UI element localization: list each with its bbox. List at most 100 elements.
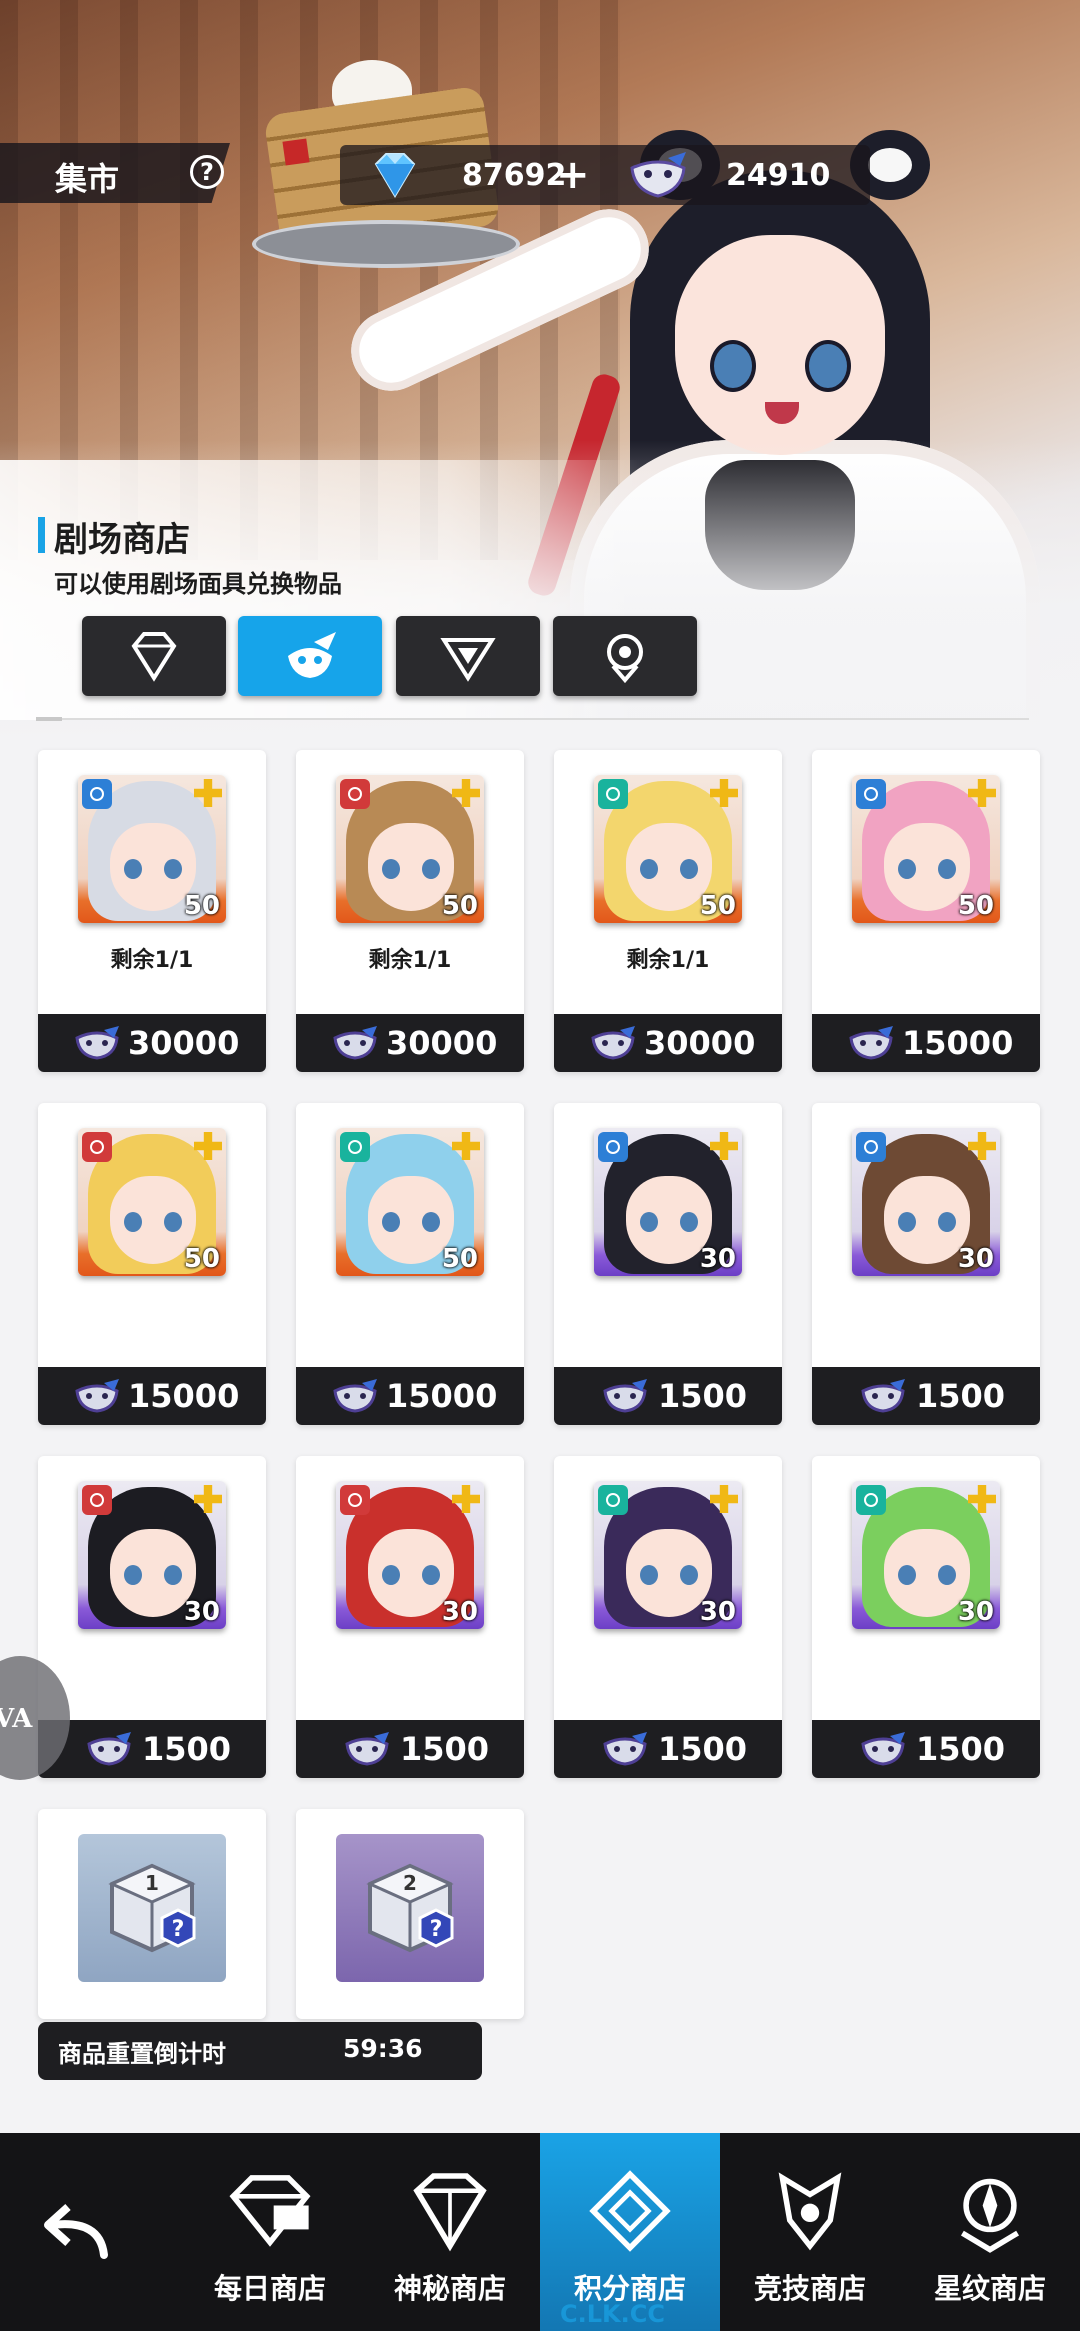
mystery-shop-icon	[413, 2173, 487, 2252]
item-price: 1500	[142, 1730, 232, 1768]
shop-item-card[interactable]: 30 1500	[812, 1456, 1040, 1778]
item-price: 15000	[386, 1377, 498, 1415]
price-bar[interactable]: 15000	[296, 1367, 524, 1425]
remaining-stock: 剩余1/1	[368, 948, 452, 973]
shop-item-card[interactable]: 30 1500	[554, 1456, 782, 1778]
remaining-stock: 剩余1/1	[110, 948, 194, 973]
character-portrait: 50	[336, 775, 484, 923]
item-price: 1500	[916, 1730, 1006, 1768]
star-shop-icon	[960, 2178, 1020, 2253]
tab-orb[interactable]	[553, 616, 697, 696]
item-price: 1500	[916, 1377, 1006, 1415]
item-level: 50	[183, 1244, 220, 1274]
points-shop-icon	[589, 2170, 671, 2252]
nav-daily-shop[interactable]: 每日商店	[180, 2133, 360, 2331]
fire-element-icon	[340, 779, 370, 809]
gem-count: 87692	[462, 158, 567, 193]
shop-item-card[interactable]: 30 1500	[554, 1103, 782, 1425]
mystery-box-card[interactable]: 2?	[296, 1809, 524, 2019]
mystery-box-image: 2?	[336, 1834, 484, 1982]
item-level: 50	[441, 891, 478, 921]
price-bar[interactable]: 30000	[296, 1014, 524, 1072]
svg-text:?: ?	[172, 1917, 185, 1942]
nav-label: 每日商店	[213, 2272, 326, 2305]
shop-item-card[interactable]: 50 15000	[296, 1103, 524, 1425]
mystery-box-card[interactable]: 1?	[38, 1809, 266, 2019]
character-portrait: 30	[852, 1128, 1000, 1276]
theater-mask-icon	[74, 1379, 120, 1413]
item-price: 1500	[658, 1730, 748, 1768]
crate-icon: 2?	[366, 1863, 454, 1953]
theater-mask-icon	[602, 1379, 648, 1413]
crate-icon: 1?	[108, 1863, 196, 1953]
shop-item-card[interactable]: 30 1500	[296, 1456, 524, 1778]
nav-mystery-shop[interactable]: 神秘商店	[360, 2133, 540, 2331]
ice-element-icon	[856, 779, 886, 809]
item-level: 50	[183, 891, 220, 921]
theater-mask-icon	[602, 1732, 648, 1766]
nav-star-shop[interactable]: 星纹商店	[900, 2133, 1080, 2331]
price-bar[interactable]: 1500	[554, 1367, 782, 1425]
price-bar[interactable]: 1500	[812, 1367, 1040, 1425]
item-price: 15000	[902, 1024, 1014, 1062]
help-icon[interactable]: ?	[190, 155, 224, 189]
shop-item-card[interactable]: 50 剩余1/1 30000	[38, 750, 266, 1072]
shop-item-card[interactable]: 50 剩余1/1 30000	[554, 750, 782, 1072]
price-bar[interactable]: 15000	[812, 1014, 1040, 1072]
shop-item-card[interactable]: 30 1500	[38, 1456, 266, 1778]
item-level: 50	[957, 891, 994, 921]
orb-badge-icon	[607, 634, 643, 684]
character-portrait: 50	[594, 775, 742, 923]
bottom-nav: 每日商店 神秘商店 积分商店 竞技商店 星纹商店	[0, 2133, 1080, 2331]
character-portrait: 30	[594, 1128, 742, 1276]
tab-mask[interactable]	[238, 616, 382, 696]
diamond-badge-icon	[131, 632, 177, 682]
section-accent	[38, 517, 45, 553]
shop-item-card[interactable]: 50 剩余1/1 30000	[296, 750, 524, 1072]
theater-mask-icon	[332, 1379, 378, 1413]
price-bar[interactable]: 30000	[38, 1014, 266, 1072]
character-portrait: 50	[78, 1128, 226, 1276]
water-element-icon	[340, 1132, 370, 1162]
theater-mask-icon	[332, 1026, 378, 1060]
fire-element-icon	[82, 1132, 112, 1162]
tab-diamond[interactable]	[82, 616, 226, 696]
nav-label: 神秘商店	[393, 2272, 506, 2305]
shop-item-card[interactable]: 30 1500	[812, 1103, 1040, 1425]
shop-item-card[interactable]: 50 15000	[812, 750, 1040, 1072]
box-number: 2	[403, 1871, 417, 1895]
nav-label: 竞技商店	[753, 2272, 866, 2305]
mask-count: 24910	[726, 158, 831, 193]
price-bar[interactable]: 1500	[812, 1720, 1040, 1778]
add-gems-button[interactable]: +	[556, 152, 590, 198]
shop-item-card[interactable]: 50 15000	[38, 1103, 266, 1425]
theater-mask-icon	[848, 1026, 894, 1060]
price-bar[interactable]: 1500	[554, 1720, 782, 1778]
shop-description: 可以使用剧场面具兑换物品	[54, 570, 342, 598]
price-bar[interactable]: 1500	[296, 1720, 524, 1778]
item-price: 1500	[658, 1377, 748, 1415]
item-level: 30	[183, 1597, 220, 1627]
floating-button-label: VA	[0, 1704, 33, 1734]
price-bar[interactable]: 30000	[554, 1014, 782, 1072]
ice-element-icon	[856, 1132, 886, 1162]
theater-mask-icon	[630, 152, 686, 198]
arena-shop-icon	[778, 2172, 842, 2251]
item-level: 50	[699, 891, 736, 921]
box-number: 1	[145, 1871, 159, 1895]
water-element-icon	[856, 1485, 886, 1515]
item-level: 30	[699, 1597, 736, 1627]
theater-mask-icon	[860, 1379, 906, 1413]
back-arrow-icon[interactable]	[40, 2193, 120, 2263]
price-bar[interactable]: 15000	[38, 1367, 266, 1425]
shop-title: 剧场商店	[54, 520, 190, 560]
price-bar[interactable]: 1500	[38, 1720, 266, 1778]
reset-timer-label: 商品重置倒计时	[58, 2040, 226, 2068]
item-price: 30000	[644, 1024, 756, 1062]
nav-arena-shop[interactable]: 竞技商店	[720, 2133, 900, 2331]
theater-mask-icon	[590, 1026, 636, 1060]
tab-arrow[interactable]	[396, 616, 540, 696]
arrow-badge-icon	[440, 638, 496, 682]
item-level: 30	[699, 1244, 736, 1274]
item-price: 30000	[386, 1024, 498, 1062]
